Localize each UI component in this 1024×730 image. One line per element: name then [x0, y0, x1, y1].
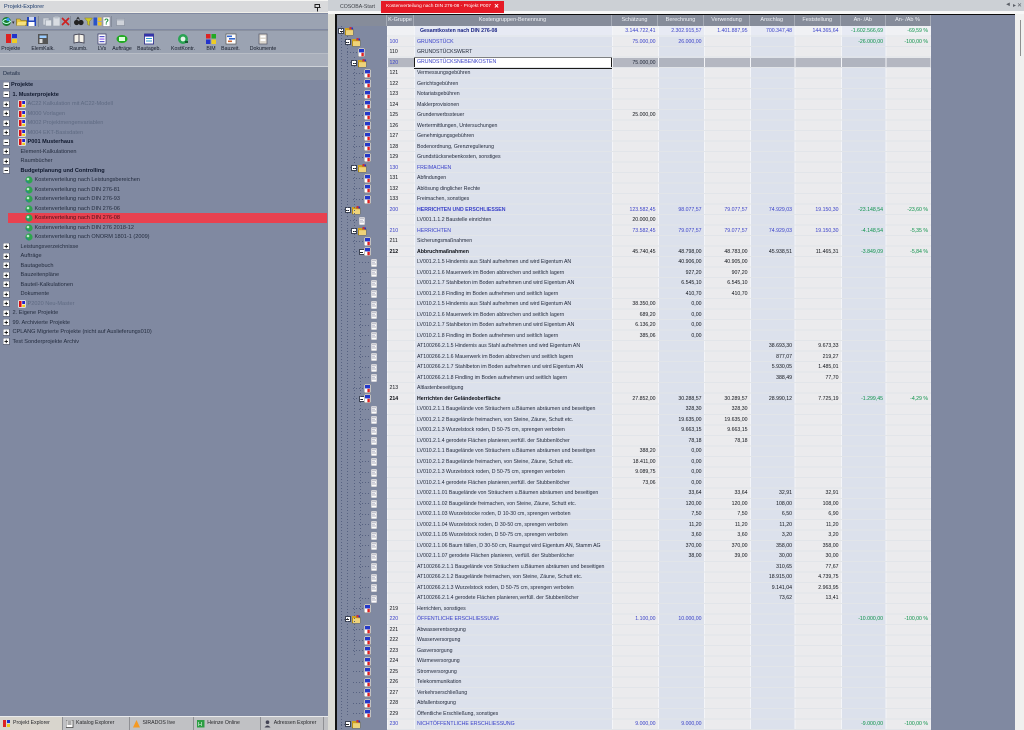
- svg-text:H: H: [198, 722, 202, 728]
- svg-text:?: ?: [104, 18, 109, 27]
